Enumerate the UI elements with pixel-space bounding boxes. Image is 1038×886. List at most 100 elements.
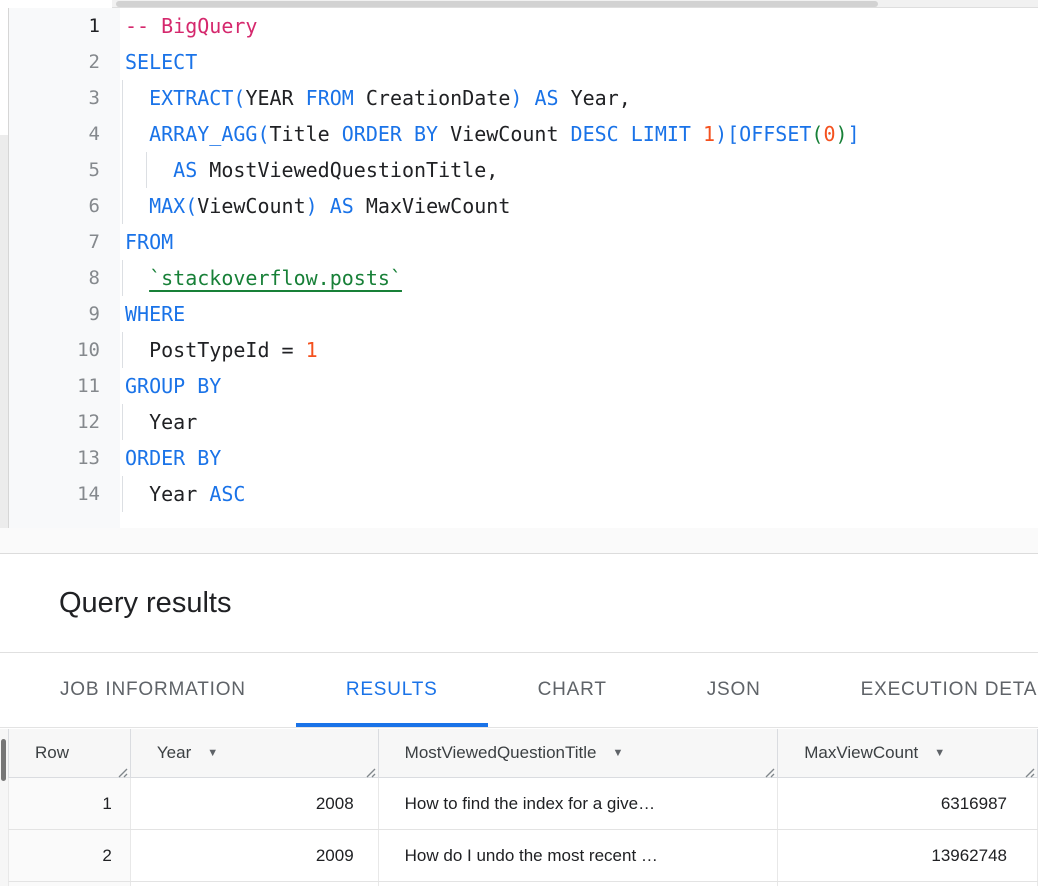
sql-editor-panel: 1-- BigQuery2SELECT3 EXTRACT(YEAR FROM C… [0, 0, 1038, 554]
code-token: 1 [703, 122, 715, 146]
results-tab-bar: JOB INFORMATION RESULTSCHART JSON EXECUTION… [0, 653, 1038, 728]
code-token: OFFSET [739, 122, 811, 146]
indent-guide [122, 260, 123, 296]
code-token [691, 122, 703, 146]
code-line[interactable]: 6 MAX(ViewCount) AS MaxViewCount [9, 188, 1038, 224]
indent-guide [122, 116, 123, 152]
table-cell: 2009 [131, 830, 379, 881]
tab-results[interactable]: RESULTS [296, 653, 488, 727]
code-token [125, 482, 149, 506]
code-text: GROUP BY [125, 368, 221, 404]
code-line[interactable]: 3 EXTRACT(YEAR FROM CreationDate) AS Yea… [9, 80, 1038, 116]
code-line[interactable]: 12 Year [9, 404, 1038, 440]
code-token [125, 86, 149, 110]
vertical-scrollbar-thumb[interactable] [1, 739, 6, 781]
code-token: Year [149, 482, 209, 506]
indent-guide [122, 80, 123, 116]
code-text: ORDER BY [125, 440, 221, 476]
column-header-mostviewedquestiontitle[interactable]: MostViewedQuestionTitle ▼ [379, 729, 779, 777]
code-token [522, 86, 534, 110]
column-header-label: MostViewedQuestionTitle [405, 743, 597, 763]
table-cell [9, 882, 131, 886]
column-header-year[interactable]: Year ▼ [131, 729, 379, 777]
table-cell: 13962748 [778, 830, 1038, 881]
code-token: SELECT [125, 50, 197, 74]
code-line[interactable]: 7FROM [9, 224, 1038, 260]
code-line[interactable]: 1-- BigQuery [9, 8, 1038, 44]
code-text: EXTRACT(YEAR FROM CreationDate) AS Year, [125, 80, 631, 116]
code-line[interactable]: 2 SELECT [9, 44, 1038, 80]
table-row: 22009How do I undo the most recent …1396… [8, 830, 1038, 882]
column-resize-icon[interactable] [364, 763, 376, 775]
code-token: ViewCount [438, 122, 570, 146]
code-token: MostViewedQuestionTitle, [197, 158, 498, 182]
code-line[interactable]: 11GROUP BY [9, 368, 1038, 404]
line-number: 9 [9, 296, 100, 332]
code-token: MaxViewCount [354, 194, 511, 218]
code-token: MAX [149, 194, 185, 218]
table-cell [379, 882, 779, 886]
code-line[interactable]: 13 ORDER BY [9, 440, 1038, 476]
code-text: AS MostViewedQuestionTitle, [125, 152, 498, 188]
table-row-partial [8, 882, 1038, 886]
table-cell: How do I undo the most recent … [379, 830, 779, 881]
tab-chart[interactable]: CHART [488, 653, 657, 727]
tab-json[interactable]: JSON [657, 653, 811, 727]
code-token [294, 86, 306, 110]
code-token: ViewCount [197, 194, 305, 218]
code-line[interactable]: 14 Year ASC [9, 476, 1038, 512]
code-token [125, 410, 149, 434]
code-token: CreationDate [354, 86, 511, 110]
code-token: YEAR [245, 86, 293, 110]
indent-guide [122, 188, 123, 224]
editor-bottom-band [0, 528, 1038, 553]
code-token [125, 122, 149, 146]
column-menu-icon[interactable]: ▼ [612, 747, 623, 759]
code-line[interactable]: 5 AS MostViewedQuestionTitle, [9, 152, 1038, 188]
column-menu-icon[interactable]: ▼ [934, 747, 945, 759]
tab-execution-details[interactable]: EXECUTION DETAILS [811, 653, 1038, 727]
code-editor[interactable]: 1-- BigQuery2SELECT3 EXTRACT(YEAR FROM C… [9, 8, 1038, 512]
code-token: AS [330, 194, 354, 218]
code-token: GROUP BY [125, 374, 221, 398]
column-menu-icon[interactable]: ▼ [207, 747, 218, 759]
code-token: ( [185, 194, 197, 218]
code-token: [ [727, 122, 739, 146]
column-resize-icon[interactable] [763, 763, 775, 775]
code-token [619, 122, 631, 146]
code-token: AS [173, 158, 197, 182]
column-header-label: Row [35, 743, 69, 763]
line-number: 12 [9, 404, 100, 440]
table-cell [131, 882, 379, 886]
code-token: ( [257, 122, 269, 146]
column-header-label: Year [157, 743, 191, 763]
horizontal-scrollbar-thumb[interactable] [116, 1, 878, 7]
column-header-row[interactable]: Row [9, 729, 131, 777]
vertical-scrollbar[interactable] [0, 729, 8, 886]
code-line[interactable]: 4 ARRAY_AGG(Title ORDER BY ViewCount DES… [9, 116, 1038, 152]
code-token: ) [510, 86, 522, 110]
tab-label: JSON [707, 679, 761, 701]
code-token: WHERE [125, 302, 185, 326]
code-token: -- BigQuery [125, 14, 257, 38]
table-cell: 2008 [131, 778, 379, 829]
line-number: 13 [9, 440, 100, 476]
column-header-maxviewcount[interactable]: MaxViewCount▼ [778, 729, 1038, 777]
line-number: 2 [9, 44, 100, 80]
code-line[interactable]: 8 `stackoverflow.posts` [9, 260, 1038, 296]
tab-job-information[interactable]: JOB INFORMATION [10, 653, 296, 727]
table-row: 12008How to find the index for a give…63… [8, 778, 1038, 830]
code-line[interactable]: 10 PostTypeId = 1 [9, 332, 1038, 368]
code-text: Year [125, 404, 197, 440]
code-line[interactable]: 9 WHERE [9, 296, 1038, 332]
code-token: ] [848, 122, 860, 146]
code-text: PostTypeId = 1 [125, 332, 318, 368]
tab-label: JOB INFORMATION [60, 679, 246, 701]
column-resize-icon[interactable] [116, 763, 128, 775]
horizontal-scrollbar[interactable] [112, 0, 1038, 8]
code-token: EXTRACT [149, 86, 233, 110]
code-token: ORDER BY [342, 122, 438, 146]
code-token: ( [811, 122, 823, 146]
column-resize-icon[interactable] [1023, 763, 1035, 775]
code-token: ) [836, 122, 848, 146]
